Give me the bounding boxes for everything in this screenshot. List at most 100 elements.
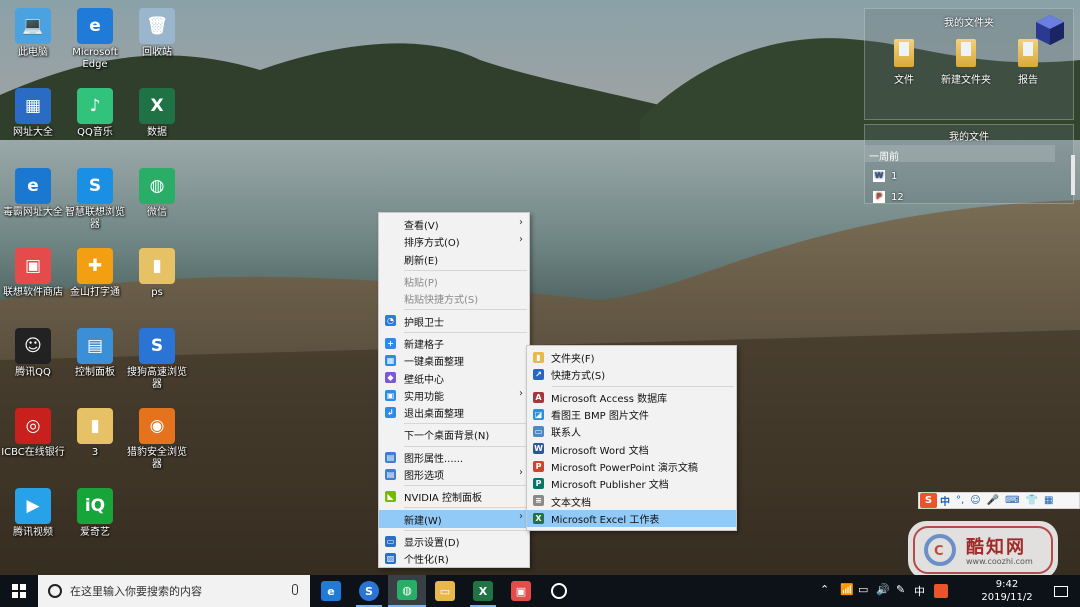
ime-mode-label[interactable]: 中 bbox=[940, 493, 950, 508]
file-type-icon: P bbox=[533, 460, 544, 472]
submenu-item[interactable]: A Microsoft Access 数据库 bbox=[527, 389, 736, 406]
desktop-icon[interactable]: ◉ 猎豹安全浏览器 bbox=[123, 408, 191, 471]
menu-separator bbox=[404, 331, 527, 333]
volume-icon[interactable]: 🔊 bbox=[876, 583, 890, 596]
pen-icon[interactable]: ✎ bbox=[896, 583, 905, 596]
desktop-icon[interactable]: iQ 爱奇艺 bbox=[61, 488, 129, 539]
desktop-icon[interactable]: ▮ 3 bbox=[61, 408, 129, 459]
desktop-icon[interactable]: ◍ 微信 bbox=[123, 168, 191, 219]
fence-folder-item[interactable]: 文件 bbox=[875, 39, 933, 86]
desktop-icon[interactable]: ✚ 金山打字通 bbox=[61, 248, 129, 299]
desktop-icon[interactable]: 🗑 回收站 bbox=[123, 8, 191, 59]
skin-icon[interactable]: 👕 bbox=[1026, 495, 1038, 506]
submenu-item[interactable]: W Microsoft Word 文档 bbox=[527, 440, 736, 457]
desktop-icon[interactable]: ▦ 网址大全 bbox=[0, 88, 67, 139]
menu-item-label: 壁纸中心 bbox=[404, 374, 444, 386]
desktop-icon[interactable]: ▶ 腾讯视频 bbox=[0, 488, 67, 539]
keyboard-icon[interactable]: ⌨ bbox=[1005, 495, 1019, 506]
submenu-item[interactable]: ◪ 看图王 BMP 图片文件 bbox=[527, 406, 736, 423]
menu-item-label: 图形选项 bbox=[404, 471, 444, 482]
file-item[interactable]: P 12 bbox=[873, 191, 904, 203]
display-icon[interactable]: ▭ bbox=[858, 583, 868, 596]
menu-separator bbox=[404, 269, 527, 271]
context-menu-item[interactable]: ▭ 显示设置(D) bbox=[379, 533, 529, 550]
context-menu-item[interactable]: 刷新(E) bbox=[379, 251, 529, 268]
desktop-icon[interactable]: e 毒霸网址大全 bbox=[0, 168, 67, 219]
action-center-button[interactable] bbox=[1042, 575, 1080, 607]
sogou-ime-icon[interactable]: S bbox=[920, 493, 937, 508]
desktop-icon-label: 数据 bbox=[147, 127, 167, 138]
desktop-icon[interactable]: 💻 此电脑 bbox=[0, 8, 67, 59]
submenu-item[interactable]: ↗ 快捷方式(S) bbox=[527, 366, 736, 383]
submenu-item[interactable]: ▮ 文件夹(F) bbox=[527, 349, 736, 366]
submenu-item[interactable]: X Microsoft Excel 工作表 bbox=[527, 509, 736, 527]
submenu-arrow-icon: › bbox=[519, 511, 523, 523]
app-icon: ▣ bbox=[15, 248, 51, 284]
start-button[interactable] bbox=[0, 575, 38, 607]
submenu-item[interactable]: ▭ 联系人 bbox=[527, 423, 736, 440]
taskbar-store[interactable]: ▣ bbox=[502, 575, 540, 607]
context-menu-item[interactable]: 查看(V) › bbox=[379, 216, 529, 233]
desktop-icon[interactable]: e Microsoft Edge bbox=[61, 8, 129, 71]
microphone-icon[interactable] bbox=[292, 584, 298, 595]
fence-scrollbar[interactable] bbox=[1071, 155, 1075, 195]
taskbar-app[interactable] bbox=[540, 575, 578, 607]
context-menu-item[interactable]: ◔ 护眼卫士 bbox=[379, 312, 529, 329]
desktop-icon[interactable]: ♪ QQ音乐 bbox=[61, 88, 129, 139]
fence-folder-item[interactable]: 新建文件夹 bbox=[937, 39, 995, 86]
ime-toolbar[interactable]: S 中 °, ☺ 🎤 ⌨ 👕 ▦ bbox=[918, 492, 1080, 509]
context-menu-item[interactable]: ▤ 图形属性...... bbox=[379, 449, 529, 466]
context-menu-item[interactable]: 排序方式(O) › bbox=[379, 233, 529, 250]
context-menu-item[interactable]: ▤ 图形选项 › bbox=[379, 466, 529, 483]
punctuation-icon[interactable]: °, bbox=[956, 495, 964, 506]
submenu-item[interactable]: P Microsoft PowerPoint 演示文稿 bbox=[527, 458, 736, 475]
tray-ime-label[interactable]: 中 bbox=[914, 583, 925, 599]
context-menu-item[interactable]: 新建(W) › bbox=[379, 510, 529, 528]
network-icon[interactable]: 📶 bbox=[840, 583, 854, 596]
context-menu-item[interactable]: ▦ 一键桌面整理 bbox=[379, 352, 529, 369]
taskbar-search-box[interactable]: 在这里输入你要搜索的内容 bbox=[38, 575, 310, 607]
context-menu-item[interactable]: ↲ 退出桌面整理 bbox=[379, 404, 529, 421]
menu-item-label: 下一个桌面背景(N) bbox=[404, 431, 490, 443]
desktop-icon[interactable]: X 数据 bbox=[123, 88, 191, 139]
taskbar-excel[interactable]: X bbox=[464, 575, 502, 607]
context-menu-item[interactable]: 粘贴快捷方式(S) bbox=[379, 290, 529, 307]
context-menu-item[interactable]: + 新建格子 bbox=[379, 335, 529, 352]
desktop-icon[interactable]: ◎ ICBC在线银行 bbox=[0, 408, 67, 459]
context-menu-item[interactable]: 下一个桌面背景(N) bbox=[379, 426, 529, 443]
desktop-icon-label: 联想软件商店 bbox=[3, 287, 63, 298]
taskbar-sogou-browser[interactable]: S bbox=[350, 575, 388, 607]
submenu-item[interactable]: P Microsoft Publisher 文档 bbox=[527, 475, 736, 492]
word-doc-icon: W bbox=[873, 170, 885, 182]
menu-item-label: 一键桌面整理 bbox=[404, 357, 464, 369]
toolbox-icon[interactable]: ▦ bbox=[1044, 495, 1053, 506]
voice-icon[interactable]: 🎤 bbox=[987, 495, 999, 506]
desktop-icon-label: 微信 bbox=[147, 207, 167, 218]
system-clock[interactable]: 9:42 2019/11/2 bbox=[972, 578, 1042, 604]
taskbar-wechat[interactable]: ◍ bbox=[388, 575, 426, 607]
fence-my-files[interactable]: 我的文件 一周前 W 1 P 12 bbox=[864, 124, 1075, 204]
sogou-tray-icon[interactable] bbox=[934, 584, 948, 598]
tray-expand-icon[interactable]: ⌃ bbox=[820, 583, 829, 596]
submenu-item[interactable]: ≡ 文本文档 bbox=[527, 492, 736, 509]
taskbar-edge[interactable]: e bbox=[312, 575, 350, 607]
menu-item-label: 退出桌面整理 bbox=[404, 409, 464, 421]
context-menu-item[interactable]: 粘贴(P) bbox=[379, 273, 529, 290]
context-menu-item[interactable]: ▨ 个性化(R) bbox=[379, 550, 529, 567]
file-type-icon: A bbox=[533, 391, 544, 403]
context-menu-item[interactable]: ▣ 实用功能 › bbox=[379, 387, 529, 404]
file-item[interactable]: W 1 bbox=[873, 170, 897, 182]
desktop-icon[interactable]: ▮ ps bbox=[123, 248, 191, 299]
desktop-icon[interactable]: S 搜狗高速浏览器 bbox=[123, 328, 191, 391]
context-menu-item[interactable]: ◆ 壁纸中心 bbox=[379, 369, 529, 386]
fence-my-folders[interactable]: 我的文件夹 文件 新建文件夹 报告 bbox=[864, 8, 1074, 120]
desktop-icon[interactable]: ☺ 腾讯QQ bbox=[0, 328, 67, 379]
taskbar-file-explorer[interactable]: ▭ bbox=[426, 575, 464, 607]
context-menu-item[interactable]: ◣ NVIDIA 控制面板 bbox=[379, 488, 529, 505]
desktop-icon[interactable]: ▤ 控制面板 bbox=[61, 328, 129, 379]
menu-item-label: 粘贴快捷方式(S) bbox=[404, 295, 479, 307]
desktop-icon[interactable]: S 智慧联想浏览器 bbox=[61, 168, 129, 231]
desktop-icon[interactable]: ▣ 联想软件商店 bbox=[0, 248, 67, 299]
folder-icon bbox=[956, 39, 976, 67]
emoji-icon[interactable]: ☺ bbox=[970, 495, 980, 506]
